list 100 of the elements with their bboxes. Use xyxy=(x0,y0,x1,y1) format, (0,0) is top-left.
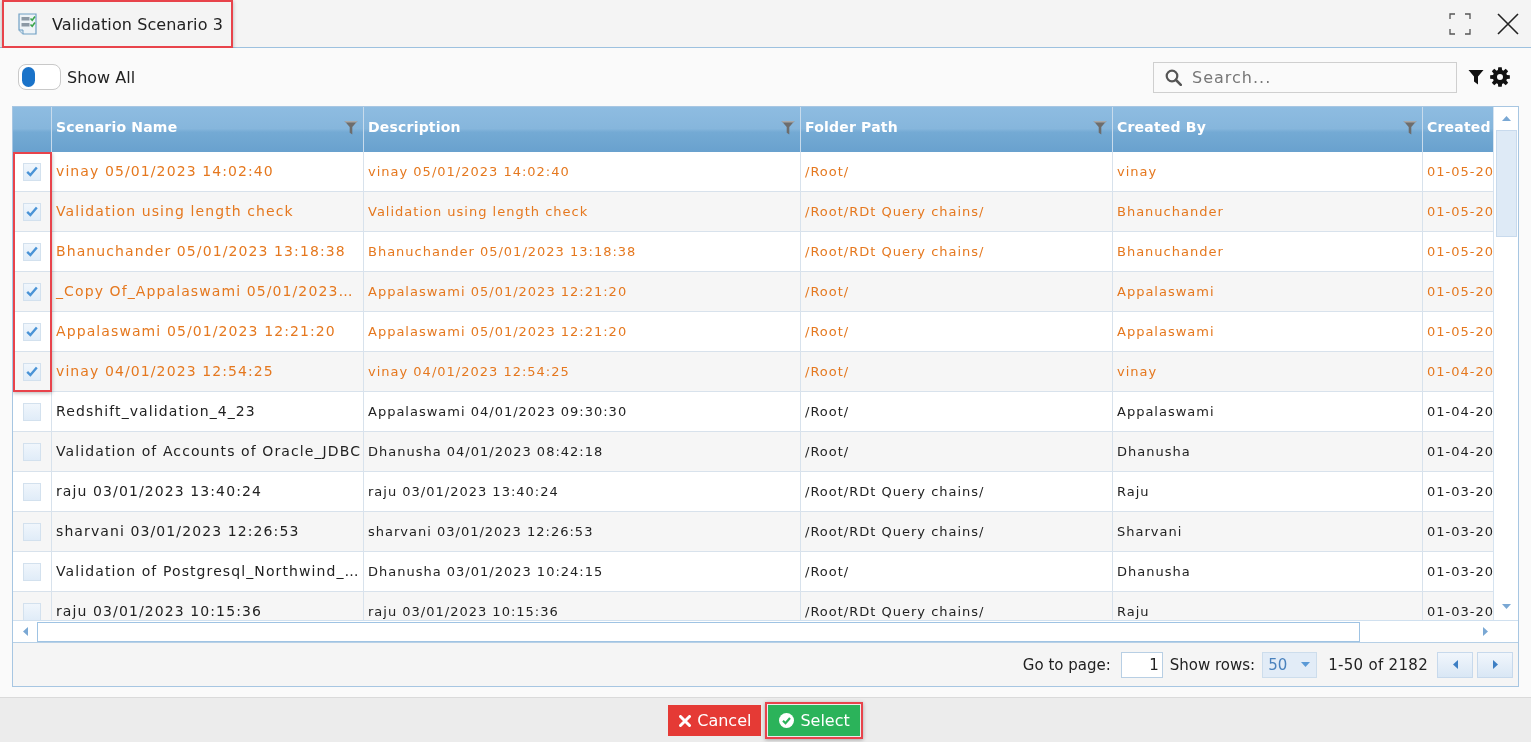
toggle-switch[interactable] xyxy=(18,64,61,90)
checkmark-icon xyxy=(26,326,38,337)
table-row[interactable]: sharvani 03/01/2023 12:26:53 sharvani 03/01/2023 12:26:53 /Root/RDt Query chains/ Sharvani 01-03-20 xyxy=(13,512,1493,552)
caret-left-icon xyxy=(1452,660,1458,669)
table-cell-text: 01-03-20 xyxy=(1426,483,1493,501)
table-cell: Dhanusha 03/01/2023 10:24:15 xyxy=(364,552,801,591)
window-title: Validation Scenario 3 xyxy=(52,14,223,34)
table-cell: Bhanuchander xyxy=(1113,192,1423,231)
form-check-icon xyxy=(17,13,39,35)
table-cell: /Root/ xyxy=(801,432,1113,471)
table-cell-text: 01-05-20 xyxy=(1426,323,1493,341)
table-cell: raju 03/01/2023 13:40:24 xyxy=(364,472,801,511)
table-row[interactable]: Validation of Postgresql_Northwind_… Dhanusha 03/01/2023 10:24:15 /Root/ Dhanusha 01-03-20 xyxy=(13,552,1493,592)
column-header[interactable]: Created xyxy=(1423,107,1493,152)
funnel-icon[interactable] xyxy=(1093,120,1107,135)
table-cell: vinay 04/01/2023 12:54:25 xyxy=(52,352,364,391)
row-checkbox[interactable] xyxy=(23,562,41,581)
next-page-button[interactable] xyxy=(1477,651,1513,678)
table-row[interactable]: Validation of Accounts of Oracle_JDBC Dhanusha 04/01/2023 08:42:18 /Root/ Dhanusha 01-04-20 xyxy=(13,432,1493,472)
funnel-icon[interactable] xyxy=(781,120,795,135)
table-cell-text: 01-03-20 xyxy=(1426,603,1493,620)
table-cell: Dhanusha xyxy=(1113,432,1423,471)
vertical-scrollbar[interactable] xyxy=(1493,107,1518,620)
rows-label: Show rows: xyxy=(1169,655,1256,674)
table-cell-text: 01-04-20 xyxy=(1426,443,1493,461)
previous-page-button[interactable] xyxy=(1437,651,1473,678)
table-row[interactable]: raju 03/01/2023 13:40:24 raju 03/01/2023 13:40:24 /Root/RDt Query chains/ Raju 01-03-20 xyxy=(13,472,1493,512)
table-cell: /Root/ xyxy=(801,272,1113,311)
table-cell: vinay 05/01/2023 14:02:40 xyxy=(52,152,364,191)
row-checkbox[interactable] xyxy=(23,322,41,341)
settings-icon[interactable] xyxy=(1490,67,1510,87)
rows-per-page-select[interactable]: 50 xyxy=(1262,651,1318,678)
row-checkbox[interactable] xyxy=(23,442,41,461)
maximize-icon[interactable] xyxy=(1449,12,1471,35)
table-cell: Appalaswami 04/01/2023 09:30:30 xyxy=(364,392,801,431)
table-cell: /Root/ xyxy=(801,392,1113,431)
scrollbar-thumb[interactable] xyxy=(1495,130,1517,237)
caret-right-icon xyxy=(1492,660,1498,669)
select-button[interactable]: Select xyxy=(768,705,860,736)
table-cell: Sharvani xyxy=(1113,512,1423,551)
row-checkbox[interactable] xyxy=(23,402,41,421)
table-cell-text: 01-04-20 xyxy=(1426,403,1493,421)
table-cell: Dhanusha 04/01/2023 08:42:18 xyxy=(364,432,801,471)
table-row[interactable]: raju 03/01/2023 10:15:36 raju 03/01/2023 10:15:36 /Root/RDt Query chains/ Raju 01-03-20 xyxy=(13,592,1493,620)
table-cell: /Root/RDt Query chains/ xyxy=(801,192,1113,231)
page-label: Go to page: xyxy=(1022,655,1111,674)
cross-icon xyxy=(679,714,692,727)
table-cell: Bhanuchander xyxy=(1113,232,1423,271)
toggle-label: Show All xyxy=(67,67,136,87)
table-cell: vinay xyxy=(1113,352,1423,391)
funnel-icon[interactable] xyxy=(344,120,358,135)
table-row[interactable]: _Copy Of_Appalaswami 05/01/2023… Appalaswami 05/01/2023 12:21:20 /Root/ Appalaswami 01-05-20 xyxy=(13,272,1493,312)
horizontal-scrollbar[interactable] xyxy=(13,620,1518,642)
table-cell: Validation of Postgresql_Northwind_… xyxy=(52,552,364,591)
checkmark-icon xyxy=(26,286,38,297)
table-cell: /Root/ xyxy=(801,352,1113,391)
row-checkbox[interactable] xyxy=(23,522,41,541)
table-cell: Redshift_validation_4_23 xyxy=(52,392,364,431)
search-icon xyxy=(1165,68,1182,86)
funnel-icon[interactable] xyxy=(1403,120,1417,135)
table-cell: Validation using length check xyxy=(52,192,364,231)
row-checkbox[interactable] xyxy=(23,242,41,261)
scroll-left-icon[interactable] xyxy=(23,627,28,636)
table-cell: Validation of Accounts of Oracle_JDBC xyxy=(52,432,364,471)
table-cell: /Root/RDt Query chains/ xyxy=(801,512,1113,551)
close-icon[interactable] xyxy=(1497,12,1519,35)
page-range: 1-50 of 2182 xyxy=(1328,655,1428,674)
table-cell: vinay 04/01/2023 12:54:25 xyxy=(364,352,801,391)
table-cell: raju 03/01/2023 13:40:24 xyxy=(52,472,364,511)
table-row[interactable]: vinay 04/01/2023 12:54:25 vinay 04/01/2023 12:54:25 /Root/ vinay 01-04-20 xyxy=(13,352,1493,392)
table-row[interactable]: Validation using length check Validation using length check /Root/RDt Query chains/ Bhanuchander 01-05-20 xyxy=(13,192,1493,232)
row-checkbox[interactable] xyxy=(23,282,41,301)
checkmark-icon xyxy=(26,246,38,257)
cancel-button[interactable]: Cancel xyxy=(668,705,762,736)
scrollbar-thumb[interactable] xyxy=(37,621,1360,642)
table-row[interactable]: Bhanuchander 05/01/2023 13:18:38 Bhanuchander 05/01/2023 13:18:38 /Root/RDt Query chains/ Bhanuchander 01-05-20 xyxy=(13,232,1493,272)
row-checkbox[interactable] xyxy=(23,162,41,181)
table-row[interactable]: Appalaswami 05/01/2023 12:21:20 Appalaswami 05/01/2023 12:21:20 /Root/ Appalaswami 01-05-20 xyxy=(13,312,1493,352)
table-cell: Appalaswami 05/01/2023 12:21:20 xyxy=(364,272,801,311)
table-cell: sharvani 03/01/2023 12:26:53 xyxy=(364,512,801,551)
table-cell: vinay xyxy=(1113,152,1423,191)
filter-icon[interactable] xyxy=(1468,69,1484,85)
table-row[interactable]: vinay 05/01/2023 14:02:40 vinay 05/01/2023 14:02:40 /Root/ vinay 01-05-20 xyxy=(13,152,1493,192)
table-row[interactable]: Redshift_validation_4_23 Appalaswami 04/01/2023 09:30:30 /Root/ Appalaswami 01-04-20 xyxy=(13,392,1493,432)
table-cell: Appalaswami 05/01/2023 12:21:20 xyxy=(52,312,364,351)
row-checkbox[interactable] xyxy=(23,362,41,381)
table-cell: /Root/ xyxy=(801,552,1113,591)
table-cell: Appalaswami xyxy=(1113,272,1423,311)
scroll-right-icon[interactable] xyxy=(1483,627,1488,636)
table-cell-text: 01-05-20 xyxy=(1426,203,1493,221)
page-number-field[interactable]: 1 xyxy=(1120,651,1163,678)
row-checkbox[interactable] xyxy=(23,202,41,221)
scroll-up-icon[interactable] xyxy=(1501,116,1511,121)
row-checkbox[interactable] xyxy=(23,602,41,620)
search-field[interactable]: Search... xyxy=(1153,61,1457,93)
table-cell: Raju xyxy=(1113,472,1423,511)
row-checkbox[interactable] xyxy=(23,482,41,501)
table-cell: Validation using length check xyxy=(364,192,801,231)
scroll-down-icon[interactable] xyxy=(1501,604,1511,609)
table-cell: /Root/RDt Query chains/ xyxy=(801,232,1113,271)
